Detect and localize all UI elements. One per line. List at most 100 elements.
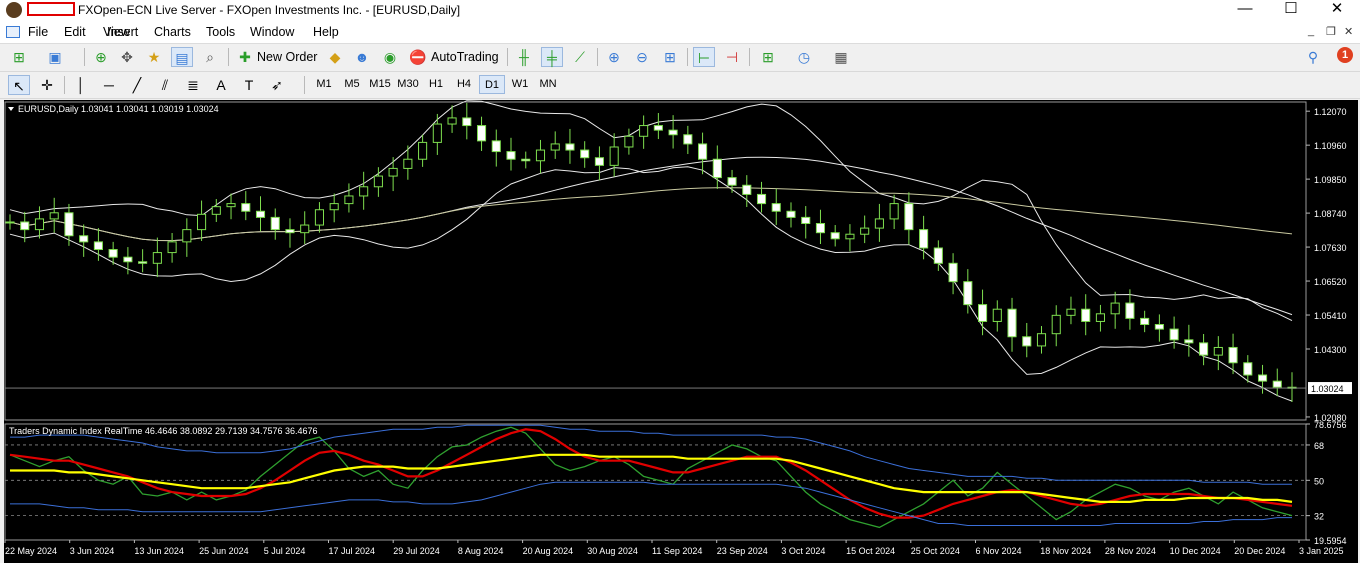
price-axis-label: 1.04300 <box>1314 345 1347 355</box>
zoom-in-icon[interactable]: ⊕ <box>603 47 625 67</box>
menu-insert[interactable]: Insert <box>107 25 138 40</box>
terminal-icon[interactable]: ▤ <box>171 47 193 67</box>
search-icon[interactable]: ⚲ <box>1302 47 1324 67</box>
redacted-account-label <box>27 2 75 16</box>
menu-charts[interactable]: Charts <box>154 25 191 40</box>
cursor-icon[interactable]: ↖ <box>8 75 30 95</box>
line-chart-icon[interactable]: ⟋ <box>569 47 591 67</box>
candle-body <box>712 158 722 179</box>
candle-body <box>506 151 516 160</box>
chart-window[interactable]: 1.12070 1.10960 1.09850 1.08740 1.07630 1.065… <box>4 100 1358 563</box>
text-icon[interactable]: A <box>210 75 232 95</box>
minimize-button[interactable]: — <box>1222 0 1268 20</box>
market-icon[interactable]: ◉ <box>379 47 401 67</box>
time-axis-label: 11 Sep 2024 <box>652 546 702 556</box>
candle-body <box>1081 308 1091 322</box>
candle-body <box>860 227 870 235</box>
candle-body <box>904 203 914 231</box>
candle-body <box>476 125 487 142</box>
market-watch-icon[interactable]: ⊕ <box>90 47 112 67</box>
candle-body <box>182 229 192 243</box>
autotrading-icon[interactable]: ⛔ <box>407 47 429 67</box>
time-axis-label: 30 Aug 2024 <box>587 546 638 556</box>
tile-windows-icon[interactable]: ⊞ <box>659 47 681 67</box>
time-axis-label: 18 Nov 2024 <box>1040 546 1091 556</box>
templates-icon[interactable]: ▦ <box>830 47 852 67</box>
tf-m30[interactable]: M30 <box>395 75 421 94</box>
fibonacci-icon[interactable]: ≣ <box>182 75 204 95</box>
mdi-minimize-button[interactable]: _ <box>1308 25 1314 37</box>
candle-body <box>241 203 251 212</box>
new-order-icon[interactable]: ✚ <box>234 47 256 67</box>
time-axis-label: 5 Jul 2024 <box>264 546 306 556</box>
candle-body <box>742 184 752 195</box>
vertical-line-icon[interactable]: │ <box>70 75 92 95</box>
candle-body <box>1243 362 1253 376</box>
menu-window[interactable]: Window <box>250 25 294 40</box>
auto-scroll-icon[interactable]: ⊢ <box>693 47 715 67</box>
chart-shift-icon[interactable]: ⊣ <box>721 47 743 67</box>
tf-h1[interactable]: H1 <box>423 75 449 94</box>
menu-file[interactable]: File <box>28 25 48 40</box>
equidistant-channel-icon[interactable]: ⫽ <box>154 75 176 95</box>
time-axis-label: 3 Jan 2025 <box>1299 546 1344 556</box>
tf-m1[interactable]: M1 <box>311 75 337 94</box>
tf-h4[interactable]: H4 <box>451 75 477 94</box>
new-chart-icon[interactable]: ⊞ <box>8 47 30 67</box>
candle-body <box>668 129 678 136</box>
tf-d1[interactable]: D1 <box>479 75 505 94</box>
autotrading-button[interactable]: AutoTrading <box>431 47 499 67</box>
indicators-icon[interactable]: ⊞ <box>757 47 779 67</box>
navigator-icon[interactable]: ★ <box>143 47 165 67</box>
close-button[interactable]: ✕ <box>1314 0 1360 20</box>
candle-body <box>491 140 501 153</box>
metaeditor-icon[interactable]: ◆ <box>324 47 346 67</box>
maximize-button[interactable]: ☐ <box>1268 0 1314 20</box>
menu-help[interactable]: Help <box>313 25 339 40</box>
arrows-icon[interactable]: ➶ <box>266 75 288 95</box>
bollinger-lower-band <box>9 166 1293 402</box>
time-axis-label: 29 Jul 2024 <box>393 546 440 556</box>
indicator-axis-label: 32 <box>1314 512 1324 522</box>
zoom-out-icon[interactable]: ⊖ <box>631 47 653 67</box>
candle-body <box>255 210 266 218</box>
candle-body <box>1110 302 1120 315</box>
mdi-close-button[interactable]: ✕ <box>1344 25 1353 38</box>
tf-m5[interactable]: M5 <box>339 75 365 94</box>
bar-chart-icon[interactable]: ╫ <box>513 47 535 67</box>
data-window-icon[interactable]: ✥ <box>116 47 138 67</box>
menu-edit[interactable]: Edit <box>64 25 86 40</box>
candle-body <box>756 193 767 205</box>
menu-tools[interactable]: Tools <box>206 25 235 40</box>
tf-m15[interactable]: M15 <box>367 75 393 94</box>
horizontal-line-icon[interactable]: ─ <box>98 75 120 95</box>
profiles-icon[interactable]: ▣ <box>44 47 66 67</box>
tf-w1[interactable]: W1 <box>507 75 533 94</box>
crosshair-icon[interactable]: ✛ <box>36 75 58 95</box>
new-order-button[interactable]: New Order <box>257 47 317 67</box>
periods-icon[interactable]: ◷ <box>793 47 815 67</box>
app-icon <box>6 2 22 18</box>
candle-body <box>1140 317 1150 326</box>
candle-body <box>197 213 207 231</box>
candle-body <box>1066 308 1076 316</box>
mdi-restore-button[interactable]: ❐ <box>1326 25 1336 38</box>
text-label-icon[interactable]: T <box>238 75 260 95</box>
candlestick-chart-icon[interactable]: ╪ <box>541 47 563 67</box>
candle-body <box>167 241 177 254</box>
candle-body <box>727 177 737 186</box>
candle-body <box>771 203 781 212</box>
candle-body <box>64 212 74 237</box>
notification-badge[interactable]: 1 <box>1337 47 1353 63</box>
tf-mn[interactable]: MN <box>535 75 561 94</box>
candle-body <box>344 195 354 205</box>
candle-body <box>138 261 148 264</box>
signals-icon[interactable]: ☻ <box>351 47 373 67</box>
time-axis-label: 8 Aug 2024 <box>458 546 504 556</box>
trendline-icon[interactable]: ╱ <box>126 75 148 95</box>
chart-canvas[interactable]: 1.12070 1.10960 1.09850 1.08740 1.07630 1.065… <box>4 100 1358 563</box>
time-axis-label: 6 Nov 2024 <box>976 546 1022 556</box>
indicator-pane-frame <box>4 423 1307 541</box>
candle-body <box>801 216 811 225</box>
strategy-tester-icon[interactable]: ⌕ <box>199 47 221 67</box>
